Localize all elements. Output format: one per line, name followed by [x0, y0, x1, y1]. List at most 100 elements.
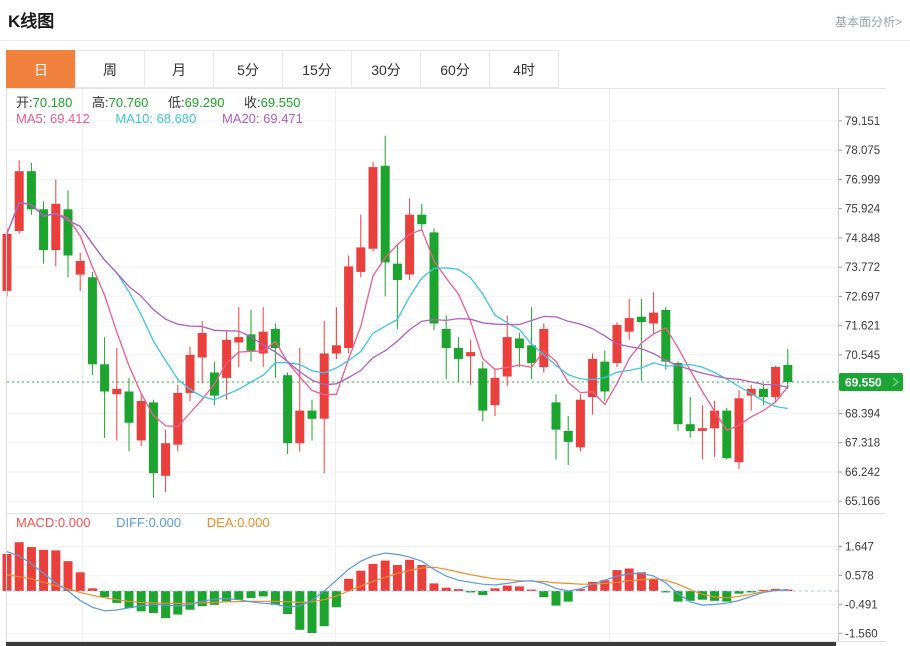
- dea-value: 0.000: [237, 515, 270, 530]
- ohlc-readout: 开:70.180 高:70.760 低:69.290 收:69.550: [16, 92, 316, 111]
- macd-bar: [259, 591, 268, 596]
- candle-body: [649, 313, 658, 324]
- macd-axis-tick-label: -0.491: [845, 599, 878, 611]
- candle-body: [503, 337, 512, 376]
- macd-bar: [64, 561, 73, 591]
- macd-bar: [234, 591, 243, 600]
- candle-body: [137, 401, 146, 440]
- y-axis-tick-label: 66.242: [845, 467, 880, 479]
- y-axis-tick-label: 78.075: [845, 145, 880, 157]
- candle-body: [442, 329, 451, 348]
- tab-5min[interactable]: 5分: [213, 50, 283, 88]
- macd-bar: [15, 542, 24, 591]
- tab-15min[interactable]: 15分: [282, 50, 352, 88]
- candle-body: [417, 215, 426, 225]
- candle-body: [674, 363, 683, 424]
- tab-day[interactable]: 日: [6, 50, 76, 88]
- macd-bar: [625, 569, 634, 592]
- macd-bar: [320, 591, 329, 626]
- candle-body: [405, 215, 414, 275]
- high-label: 高:: [92, 95, 109, 110]
- candle-body: [271, 329, 280, 348]
- candle-body: [552, 402, 561, 429]
- macd-axis-tick-label: 1.647: [845, 541, 874, 553]
- candle-body: [539, 329, 548, 367]
- macd-value: 0.000: [58, 515, 91, 530]
- close-label: 收:: [244, 95, 261, 110]
- time-scrollbar[interactable]: [6, 642, 836, 646]
- kline-chart-canvas[interactable]: 79.15178.07576.99975.92474.84873.77272.6…: [0, 88, 910, 646]
- candle-body: [454, 348, 463, 359]
- y-axis-tick-label: 72.697: [845, 291, 880, 303]
- macd-bar: [405, 560, 414, 591]
- candle-body: [125, 392, 134, 423]
- macd-bar: [295, 591, 304, 630]
- tab-week[interactable]: 周: [75, 50, 145, 88]
- macd-bar: [369, 564, 378, 591]
- macd-bar: [112, 591, 121, 603]
- candle-body: [173, 393, 182, 445]
- close-value: 69.550: [261, 95, 301, 110]
- y-axis-tick-label: 74.848: [845, 233, 880, 245]
- candle-body: [332, 345, 341, 353]
- candle-body: [356, 247, 365, 272]
- y-axis-tick-label: 75.924: [845, 204, 881, 216]
- diff-value: 0.000: [149, 515, 182, 530]
- macd-bar: [722, 591, 731, 602]
- candle-body: [637, 317, 646, 322]
- macd-bar: [649, 579, 658, 591]
- macd-bar: [503, 586, 512, 591]
- candle-body: [381, 166, 390, 263]
- y-axis-tick-label: 76.999: [845, 174, 880, 186]
- macd-readout: MACD:0.000 DIFF:0.000 DEA:0.000: [16, 515, 270, 530]
- low-label: 低:: [168, 95, 185, 110]
- macd-bar: [613, 570, 622, 591]
- macd-axis-tick-label: 0.578: [845, 570, 874, 582]
- candle-body: [308, 411, 317, 419]
- diff-label: DIFF:: [116, 515, 149, 530]
- ma20-label: MA20:: [222, 111, 263, 126]
- macd-bar: [430, 583, 439, 591]
- period-tab-bar: 日 周 月 5分 15分 30分 60分 4时: [6, 50, 559, 88]
- candle-body: [735, 398, 744, 462]
- tab-60min[interactable]: 60分: [420, 50, 490, 88]
- candle-body: [491, 378, 500, 405]
- candle-body: [759, 389, 768, 397]
- candle-body: [76, 261, 85, 275]
- candle-body: [369, 167, 378, 249]
- macd-axis-tick-label: -1.560: [845, 628, 878, 640]
- ma5-label: MA5:: [16, 111, 50, 126]
- candle-body: [161, 443, 170, 476]
- macd-bar: [173, 591, 182, 615]
- candle-body: [661, 310, 670, 362]
- candle-body: [88, 277, 97, 364]
- ma10-value: 68.680: [157, 111, 197, 126]
- high-value: 70.760: [109, 95, 149, 110]
- header-divider: [0, 40, 910, 41]
- candle-body: [783, 365, 792, 382]
- candle-body: [466, 352, 475, 356]
- ma5-value: 69.412: [50, 111, 90, 126]
- tab-4hour[interactable]: 4时: [489, 50, 559, 88]
- macd-bar: [393, 565, 402, 591]
- y-axis-tick-label: 65.166: [845, 496, 880, 508]
- candle-body: [515, 339, 524, 349]
- candle-body: [527, 345, 536, 363]
- candle-body: [198, 333, 207, 358]
- dea-label: DEA:: [207, 515, 237, 530]
- tab-30min[interactable]: 30分: [351, 50, 421, 88]
- macd-bar: [564, 591, 573, 602]
- candle-body: [710, 411, 719, 429]
- candle-body: [698, 428, 707, 431]
- macd-bar: [332, 591, 341, 607]
- candle-body: [234, 337, 243, 342]
- candle-body: [625, 318, 634, 332]
- macd-bar: [76, 572, 85, 591]
- macd-bar: [552, 591, 561, 606]
- tab-month[interactable]: 月: [144, 50, 214, 88]
- candle-body: [295, 411, 304, 444]
- fundamental-analysis-link[interactable]: 基本面分析>: [835, 13, 902, 30]
- open-value: 70.180: [33, 95, 73, 110]
- candle-body: [430, 232, 439, 323]
- candle-body: [283, 375, 292, 443]
